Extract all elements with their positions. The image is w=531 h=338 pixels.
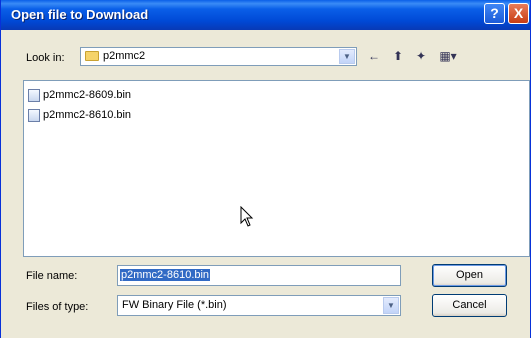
list-item[interactable]: p2mmc2-8610.bin xyxy=(28,107,131,123)
close-button[interactable]: X xyxy=(508,3,529,24)
new-folder-icon[interactable]: ✦ xyxy=(412,48,430,64)
file-list[interactable]: p2mmc2-8609.bin p2mmc2-8610.bin xyxy=(23,80,530,257)
file-name: p2mmc2-8609.bin xyxy=(43,89,132,101)
list-item[interactable]: p2mmc2-8609.bin xyxy=(28,87,131,103)
file-name-input[interactable]: p2mmc2-8610.bin xyxy=(117,265,401,286)
file-type-value: FW Binary File (*.bin) xyxy=(122,299,227,311)
file-name: p2mmc2-8610.bin xyxy=(43,109,132,121)
open-file-dialog: Open file to Download ? X Look in: p2mmc… xyxy=(0,0,531,338)
look-in-dropdown[interactable]: p2mmc2 ▼ xyxy=(80,47,357,66)
file-icon xyxy=(28,108,40,122)
file-type-label: Files of type: xyxy=(26,301,89,313)
views-menu-icon[interactable]: ▦▾ xyxy=(435,48,461,64)
title-bar[interactable]: Open file to Download ? X xyxy=(1,0,530,30)
chevron-down-icon[interactable]: ▼ xyxy=(383,297,399,314)
help-icon: ? xyxy=(490,5,499,21)
open-button[interactable]: Open xyxy=(432,264,507,287)
file-name-label: File name: xyxy=(26,270,78,282)
file-type-dropdown[interactable]: FW Binary File (*.bin) ▼ xyxy=(117,295,401,316)
cancel-button[interactable]: Cancel xyxy=(432,294,507,317)
mouse-cursor-icon xyxy=(240,206,254,227)
help-button[interactable]: ? xyxy=(484,3,505,24)
look-in-value: p2mmc2 xyxy=(103,50,146,62)
close-icon: X xyxy=(513,5,524,21)
file-name-value: p2mmc2-8610.bin xyxy=(120,269,211,281)
up-folder-icon[interactable]: ⬆ xyxy=(389,48,407,64)
back-icon[interactable]: ← xyxy=(365,48,383,64)
look-in-label: Look in: xyxy=(26,52,65,64)
chevron-down-icon[interactable]: ▼ xyxy=(339,49,355,64)
file-icon xyxy=(28,88,40,102)
window-title: Open file to Download xyxy=(11,7,149,22)
folder-icon xyxy=(85,51,99,61)
